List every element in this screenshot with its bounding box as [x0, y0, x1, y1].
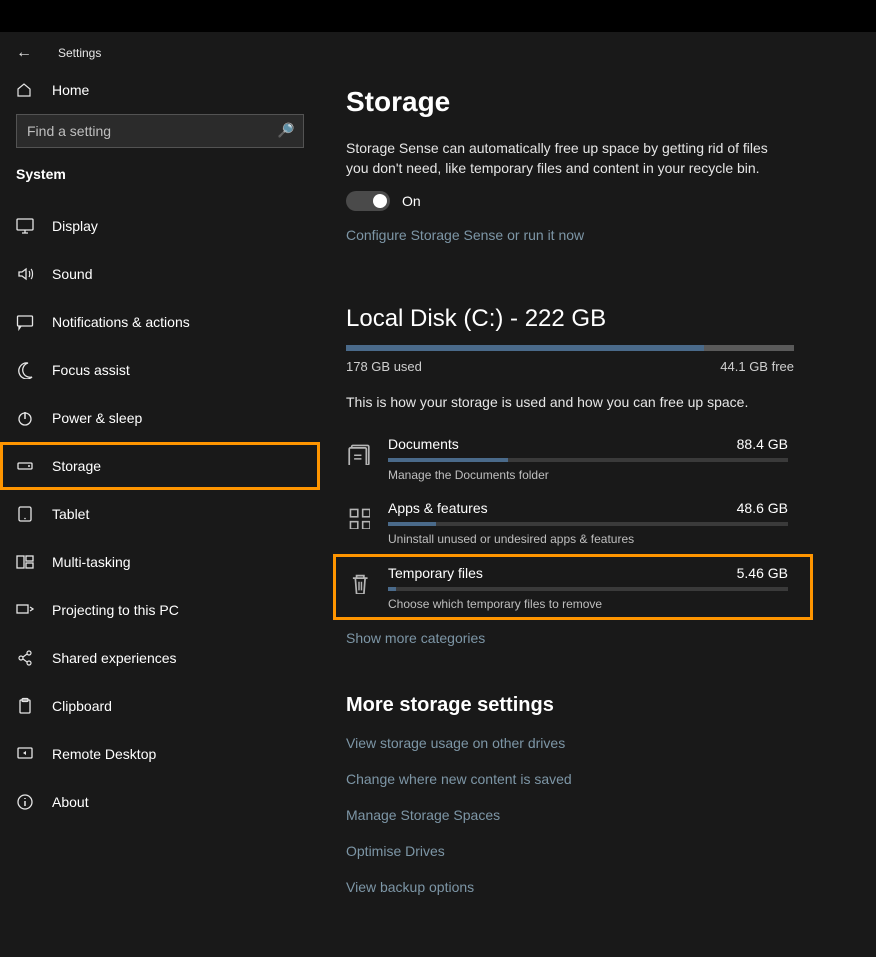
remote-icon	[16, 745, 34, 763]
project-icon	[16, 601, 34, 619]
share-icon	[16, 649, 34, 667]
speaker-icon	[16, 265, 34, 283]
tablet-icon	[16, 505, 34, 523]
sidebar-item-label: Tablet	[52, 506, 89, 522]
category-name: Apps & features	[388, 500, 488, 516]
disk-free-label: 44.1 GB free	[720, 359, 794, 374]
configure-storage-sense-link[interactable]: Configure Storage Sense or run it now	[346, 227, 584, 243]
power-icon	[16, 409, 34, 427]
disk-heading: Local Disk (C:) - 222 GB	[346, 305, 846, 333]
category-sub: Manage the Documents folder	[388, 468, 788, 482]
sidebar-section-title: System	[0, 162, 320, 192]
sidebar-item-tablet[interactable]: Tablet	[0, 490, 320, 538]
clipboard-icon	[16, 697, 34, 715]
sidebar-item-notifications[interactable]: Notifications & actions	[0, 298, 320, 346]
sidebar-item-display[interactable]: Display	[0, 202, 320, 250]
sidebar-item-label: Display	[52, 218, 98, 234]
category-bar	[388, 587, 788, 591]
sidebar-item-label: Storage	[52, 458, 101, 474]
more-link[interactable]: Change where new content is saved	[346, 771, 846, 787]
storage-sense-description: Storage Sense can automatically free up …	[346, 138, 776, 179]
show-more-categories-link[interactable]: Show more categories	[346, 630, 485, 646]
sidebar-item-shared[interactable]: Shared experiences	[0, 634, 320, 682]
sidebar-item-sound[interactable]: Sound	[0, 250, 320, 298]
search-wrap: 🔍	[16, 114, 304, 148]
category-sub: Uninstall unused or undesired apps & fea…	[388, 532, 788, 546]
sidebar-item-multitask[interactable]: Multi-tasking	[0, 538, 320, 586]
monitor-icon	[16, 217, 34, 235]
home-nav[interactable]: Home	[0, 72, 320, 108]
nav-list: Display Sound Notifications & actions Focus…	[0, 202, 320, 826]
category-size: 88.4 GB	[737, 436, 788, 452]
page-title: Storage	[346, 86, 846, 118]
more-link[interactable]: Optimise Drives	[346, 843, 846, 859]
category-bar	[388, 458, 788, 462]
home-icon	[16, 82, 34, 98]
usage-hint: This is how your storage is used and how…	[346, 394, 846, 410]
category-list: Documents 88.4 GB Manage the Documents fol…	[346, 426, 846, 620]
doc-icon	[346, 438, 372, 470]
category-size: 5.46 GB	[737, 565, 788, 581]
info-icon	[16, 793, 34, 811]
sidebar: ← Settings Home 🔍 System Display Sound Not…	[0, 32, 320, 957]
apps-icon	[346, 502, 372, 534]
back-button[interactable]: ←	[16, 44, 32, 62]
category-name: Documents	[388, 436, 459, 452]
search-input[interactable]	[16, 114, 304, 148]
toggle-state-label: On	[402, 193, 421, 209]
disk-used-label: 178 GB used	[346, 359, 422, 374]
sidebar-item-storage[interactable]: Storage	[0, 442, 320, 490]
more-link[interactable]: View backup options	[346, 879, 846, 895]
category-bar	[388, 522, 788, 526]
category-temporary-files[interactable]: Temporary files 5.46 GB Choose which tempo…	[333, 554, 813, 620]
sidebar-item-label: About	[52, 794, 89, 810]
more-storage-heading: More storage settings	[346, 694, 846, 717]
sidebar-item-label: Projecting to this PC	[52, 602, 179, 618]
sidebar-item-about[interactable]: About	[0, 778, 320, 826]
disk-usage-fill	[346, 345, 704, 351]
category-documents[interactable]: Documents 88.4 GB Manage the Documents fol…	[346, 426, 846, 490]
category-sub: Choose which temporary files to remove	[388, 597, 788, 611]
sidebar-item-label: Notifications & actions	[52, 314, 190, 330]
sidebar-item-label: Focus assist	[52, 362, 130, 378]
moon-icon	[16, 361, 34, 379]
content: Storage Storage Sense can automatically …	[320, 32, 876, 957]
sidebar-item-clipboard[interactable]: Clipboard	[0, 682, 320, 730]
more-storage-links: View storage usage on other drives Change…	[346, 735, 846, 895]
message-icon	[16, 313, 34, 331]
drive-icon	[16, 457, 34, 475]
sidebar-item-projecting[interactable]: Projecting to this PC	[0, 586, 320, 634]
sidebar-item-label: Power & sleep	[52, 410, 142, 426]
category-apps-features[interactable]: Apps & features 48.6 GB Uninstall unused o…	[346, 490, 846, 554]
sidebar-item-label: Remote Desktop	[52, 746, 156, 762]
search-icon: 🔍	[277, 122, 294, 139]
sidebar-item-power[interactable]: Power & sleep	[0, 394, 320, 442]
category-name: Temporary files	[388, 565, 483, 581]
category-size: 48.6 GB	[737, 500, 788, 516]
more-link[interactable]: Manage Storage Spaces	[346, 807, 846, 823]
titlebar	[0, 0, 876, 32]
home-label: Home	[52, 82, 89, 98]
disk-usage-bar	[346, 345, 794, 351]
storage-sense-toggle[interactable]	[346, 191, 390, 211]
sidebar-item-label: Multi-tasking	[52, 554, 131, 570]
multitask-icon	[16, 553, 34, 571]
sidebar-item-label: Shared experiences	[52, 650, 177, 666]
sidebar-item-label: Clipboard	[52, 698, 112, 714]
more-link[interactable]: View storage usage on other drives	[346, 735, 846, 751]
trash-icon	[346, 567, 372, 599]
sidebar-item-remote[interactable]: Remote Desktop	[0, 730, 320, 778]
sidebar-item-focus[interactable]: Focus assist	[0, 346, 320, 394]
sidebar-item-label: Sound	[52, 266, 92, 282]
app-title: Settings	[58, 46, 101, 60]
